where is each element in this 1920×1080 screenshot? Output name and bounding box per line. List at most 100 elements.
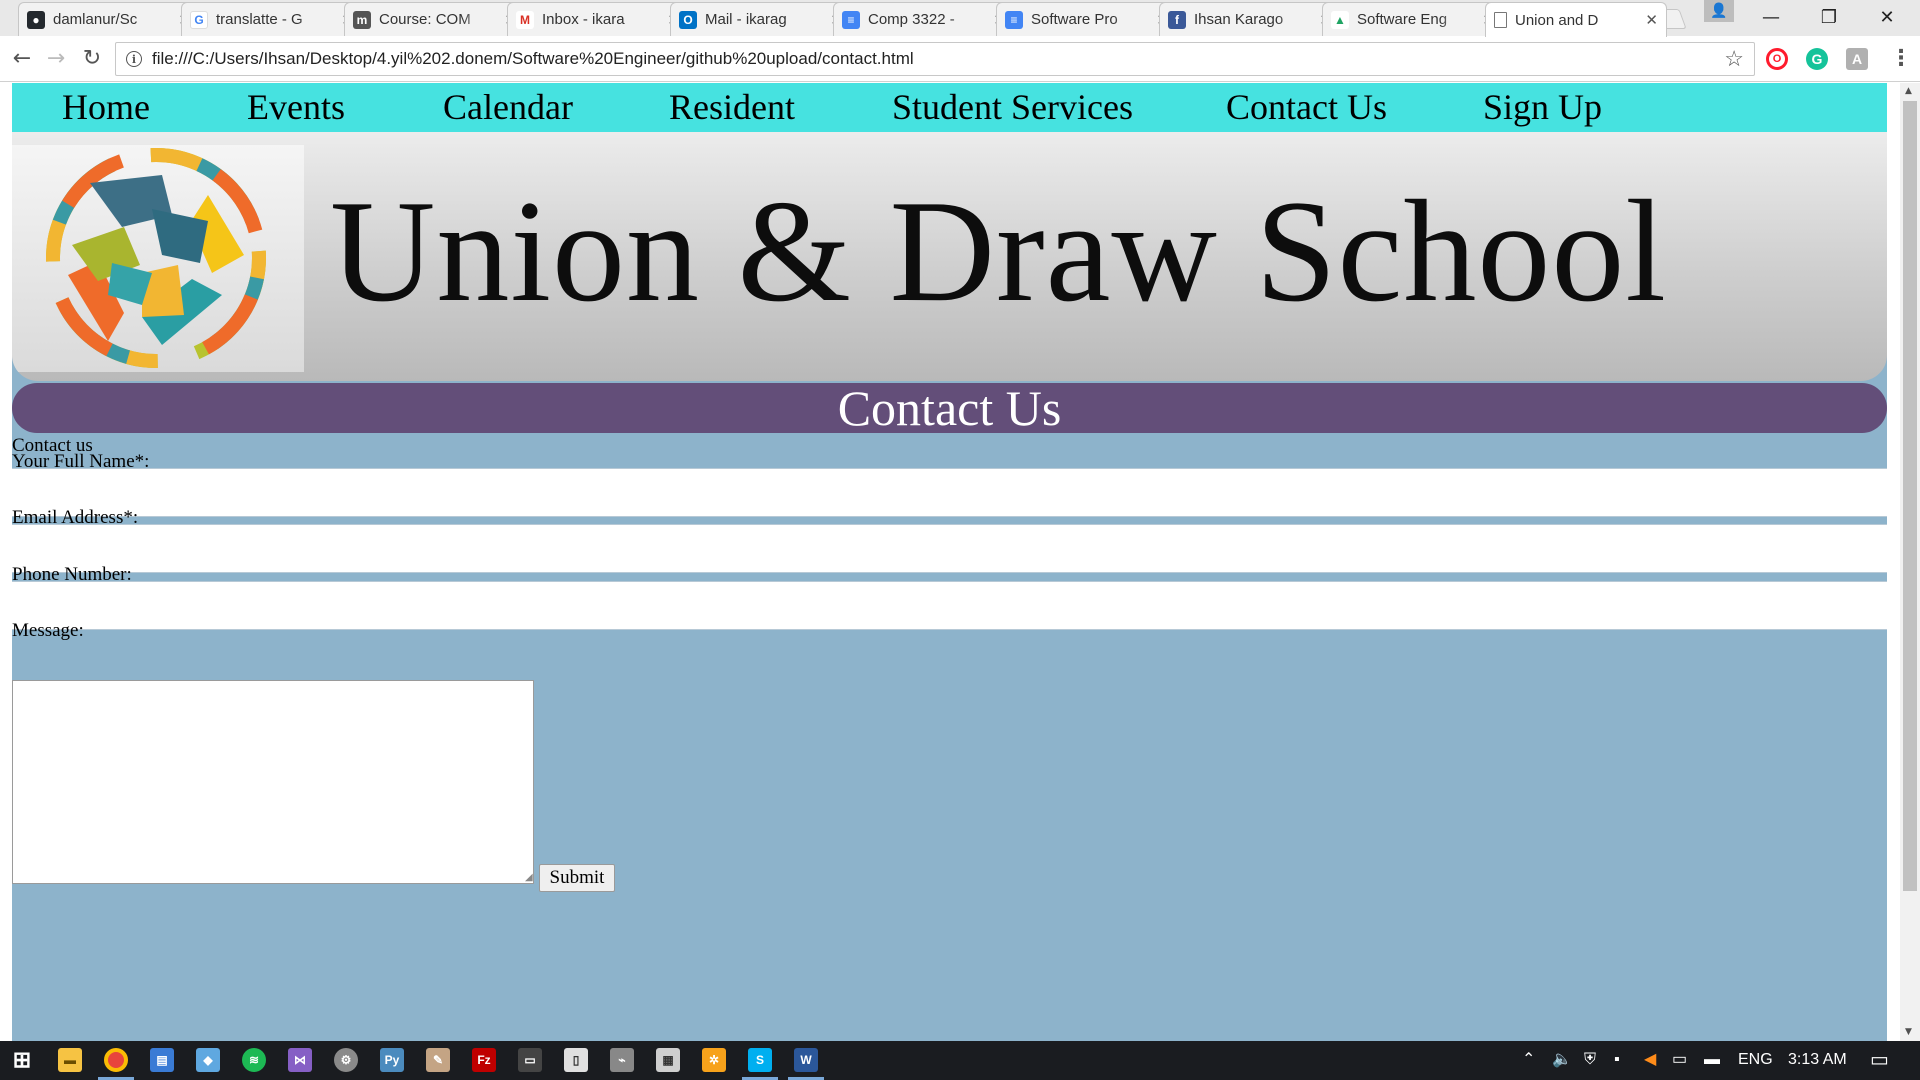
resize-grip-icon[interactable]: ◢ — [525, 872, 533, 883]
volume-icon[interactable]: 🔈 — [1552, 1050, 1572, 1070]
visual-studio-icon[interactable]: ⋈ — [288, 1048, 312, 1072]
tab-title: Course: COM — [379, 11, 471, 28]
google-docs-icon: ≡ — [1005, 10, 1023, 29]
url-text[interactable]: file:///C:/Users/Ihsan/Desktop/4.yil%202… — [152, 49, 1714, 69]
device-icon[interactable]: ▪ — [1614, 1050, 1620, 1070]
word-icon[interactable]: W — [794, 1048, 818, 1072]
tab-title: Inbox - ikara — [542, 11, 625, 28]
start-icon[interactable]: ⊞ — [10, 1047, 34, 1072]
tab-title: translatte - G — [216, 11, 303, 28]
tab-title: Comp 3322 - — [868, 11, 955, 28]
skype-icon[interactable]: S — [748, 1048, 772, 1072]
opera-extension-icon[interactable]: O — [1766, 48, 1788, 70]
nav-home[interactable]: Home — [62, 84, 150, 131]
nav-resident[interactable]: Resident — [669, 84, 795, 131]
chrome-icon[interactable] — [104, 1048, 128, 1072]
task-manager-icon[interactable]: ▤ — [150, 1048, 174, 1072]
forward-arrow-icon[interactable]: → — [42, 46, 70, 72]
tab-outlook[interactable]: O Mail - ikarag ✕ — [670, 2, 852, 36]
tab-translate[interactable]: G translatte - G ✕ — [181, 2, 363, 36]
tab-gmail[interactable]: M Inbox - ikara ✕ — [507, 2, 689, 36]
tab-title: Mail - ikarag — [705, 11, 787, 28]
back-arrow-icon[interactable]: ← — [8, 46, 36, 72]
google-docs-icon: ≡ — [842, 10, 860, 29]
scroll-down-icon[interactable]: ▼ — [1905, 1027, 1912, 1037]
language-indicator[interactable]: ENG — [1738, 1050, 1773, 1070]
facebook-icon: f — [1168, 10, 1186, 29]
github-icon: ● — [27, 10, 45, 29]
scroll-up-icon[interactable]: ▲ — [1905, 86, 1912, 96]
nav-contact-us[interactable]: Contact Us — [1226, 84, 1387, 131]
show-hidden-icons-chevron-icon[interactable]: ⌃ — [1522, 1050, 1535, 1070]
spotify-icon[interactable]: ≋ — [242, 1048, 266, 1072]
translate-extension-icon[interactable]: A — [1846, 48, 1868, 70]
notepad-icon[interactable]: ▯ — [564, 1048, 588, 1072]
defender-shield-icon[interactable]: ⛨ — [1584, 1050, 1596, 1070]
terminal-icon[interactable]: ▭ — [518, 1048, 542, 1072]
tab-software-eng[interactable]: ▲ Software Eng ✕ — [1322, 2, 1504, 36]
phone-input[interactable] — [12, 581, 1887, 630]
more-menu-icon[interactable]: ⋮ — [1890, 48, 1912, 70]
reload-icon[interactable]: ↻ — [78, 46, 106, 72]
browser-tab-strip: ● damlanur/Sc ✕ G translatte - G ✕ m Cou… — [0, 0, 1920, 37]
tab-title: Union and D — [1515, 11, 1599, 29]
site-nav-bar: Home Events Calendar Resident Student Se… — [12, 83, 1887, 132]
gmail-icon: M — [516, 10, 534, 29]
school-logo — [12, 145, 304, 372]
tab-facebook[interactable]: f Ihsan Karago ✕ — [1159, 2, 1341, 36]
close-icon[interactable]: ✕ — [1645, 11, 1658, 29]
filezilla-icon[interactable]: Fz — [472, 1048, 496, 1072]
info-icon[interactable]: i — [126, 51, 142, 67]
nav-events[interactable]: Events — [247, 84, 345, 131]
school-banner: Union & Draw School — [12, 132, 1887, 381]
school-name-title: Union & Draw School — [330, 170, 1667, 332]
battery-icon[interactable]: ▬ — [1704, 1050, 1720, 1070]
full-name-input[interactable] — [12, 468, 1887, 517]
message-textarea[interactable] — [12, 680, 534, 884]
tab-software-pro[interactable]: ≡ Software Pro ✕ — [996, 2, 1178, 36]
clock[interactable]: 3:13 AM — [1788, 1050, 1847, 1070]
scrollbar-thumb[interactable] — [1903, 101, 1917, 891]
tab-title: Ihsan Karago — [1194, 11, 1284, 28]
audio-alert-icon[interactable]: ◀ — [1644, 1050, 1656, 1070]
tab-title: Software Pro — [1031, 11, 1118, 28]
minimize-button[interactable]: — — [1742, 0, 1800, 34]
nav-calendar[interactable]: Calendar — [443, 84, 573, 131]
notifications-icon[interactable]: ▭ — [1870, 1050, 1889, 1070]
pinwheel-icon[interactable]: ✲ — [702, 1048, 726, 1072]
calculator-icon[interactable]: ▦ — [656, 1048, 680, 1072]
tab-title: damlanur/Sc — [53, 11, 138, 28]
submit-button[interactable]: Submit — [539, 864, 615, 892]
box-app-icon[interactable]: ◆ — [196, 1048, 220, 1072]
tab-title: Software Eng — [1357, 11, 1448, 28]
nav-sign-up[interactable]: Sign Up — [1483, 84, 1602, 131]
page-scrollbar[interactable]: ▲ ▼ — [1900, 83, 1920, 1041]
tab-union-and-draw[interactable]: Union and D ✕ — [1485, 2, 1667, 37]
outlook-icon: O — [679, 10, 697, 29]
page-icon — [1494, 12, 1507, 28]
browser-toolbar: ← → ↻ i file:///C:/Users/Ihsan/Desktop/4… — [0, 36, 1920, 82]
nav-student-services[interactable]: Student Services — [892, 84, 1133, 131]
google-icon: G — [190, 10, 208, 29]
page-title: Contact Us — [12, 383, 1887, 433]
stapler-icon[interactable]: ⌁ — [610, 1048, 634, 1072]
python-icon[interactable]: Py — [380, 1048, 404, 1072]
paint-icon[interactable]: ✎ — [426, 1048, 450, 1072]
close-window-button[interactable]: ✕ — [1858, 0, 1916, 34]
site-body: Home Events Calendar Resident Student Se… — [12, 83, 1887, 1041]
grammarly-extension-icon[interactable]: G — [1806, 48, 1828, 70]
file-explorer-icon[interactable]: ▬ — [58, 1048, 82, 1072]
profile-icon[interactable]: 👤 — [1704, 0, 1734, 22]
bookmark-star-icon[interactable]: ☆ — [1724, 46, 1744, 72]
steam-icon[interactable]: ⚙ — [334, 1048, 358, 1072]
tab-comp3322[interactable]: ≡ Comp 3322 - ✕ — [833, 2, 1015, 36]
network-icon[interactable]: ▭ — [1672, 1050, 1687, 1070]
google-drive-icon: ▲ — [1331, 10, 1349, 29]
windows-taskbar: ⊞ ▬ ▤ ◆ ≋ ⋈ ⚙ Py ✎ Fz ▭ ▯ ⌁ ▦ ✲ S W ⌃ 🔈 … — [0, 1041, 1920, 1080]
restore-button[interactable]: ❐ — [1800, 0, 1858, 34]
email-input[interactable] — [12, 524, 1887, 573]
tab-course[interactable]: m Course: COM ✕ — [344, 2, 526, 36]
address-bar[interactable]: i file:///C:/Users/Ihsan/Desktop/4.yil%2… — [115, 42, 1755, 76]
tab-github[interactable]: ● damlanur/Sc ✕ — [18, 2, 200, 36]
page-viewport: Home Events Calendar Resident Student Se… — [0, 83, 1900, 1041]
